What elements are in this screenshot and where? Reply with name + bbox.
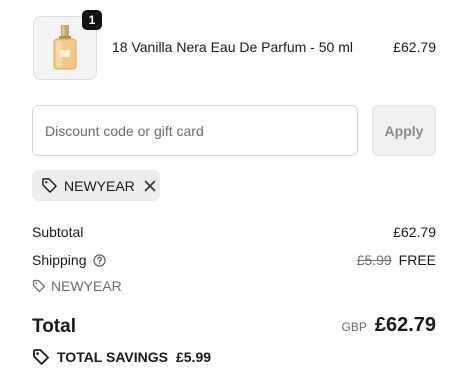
applied-discount-code: NEWYEAR: [51, 278, 122, 294]
savings-tag-icon: [32, 348, 50, 366]
total-savings-label: TOTAL SAVINGS: [57, 349, 168, 365]
tag-icon: [41, 177, 58, 194]
total-savings-row: TOTAL SAVINGS £5.99: [32, 348, 211, 366]
total-savings-value: £5.99: [175, 349, 212, 365]
applied-code-chip: NEWYEAR: [32, 170, 160, 201]
applied-discount-row: NEWYEAR: [32, 278, 122, 294]
shipping-label-row: Shipping: [32, 252, 106, 268]
shipping-price: FREE: [398, 252, 436, 268]
shipping-values: £5.99 FREE: [357, 252, 436, 268]
total-label: Total: [32, 316, 76, 337]
quantity-badge: 1: [82, 10, 102, 30]
shipping-label: Shipping: [32, 252, 87, 268]
product-name: 18 Vanilla Nera Eau De Parfum - 50 ml: [112, 39, 353, 55]
subtotal-value: £62.79: [393, 224, 436, 240]
subtotal-label: Subtotal: [32, 224, 84, 240]
applied-code-label: NEWYEAR: [64, 177, 135, 194]
remove-code-close-icon[interactable]: [143, 179, 157, 193]
discount-code-input[interactable]: [32, 105, 358, 156]
tag-icon: [32, 279, 46, 293]
help-circle-icon[interactable]: [92, 253, 106, 267]
product-price: £62.79: [393, 39, 436, 55]
total-value: £62.79: [374, 314, 436, 336]
total-amount: GBP £62.79: [341, 314, 436, 337]
currency-code: GBP: [341, 320, 367, 334]
apply-button[interactable]: Apply: [372, 105, 436, 156]
shipping-original-price: £5.99: [356, 252, 392, 268]
